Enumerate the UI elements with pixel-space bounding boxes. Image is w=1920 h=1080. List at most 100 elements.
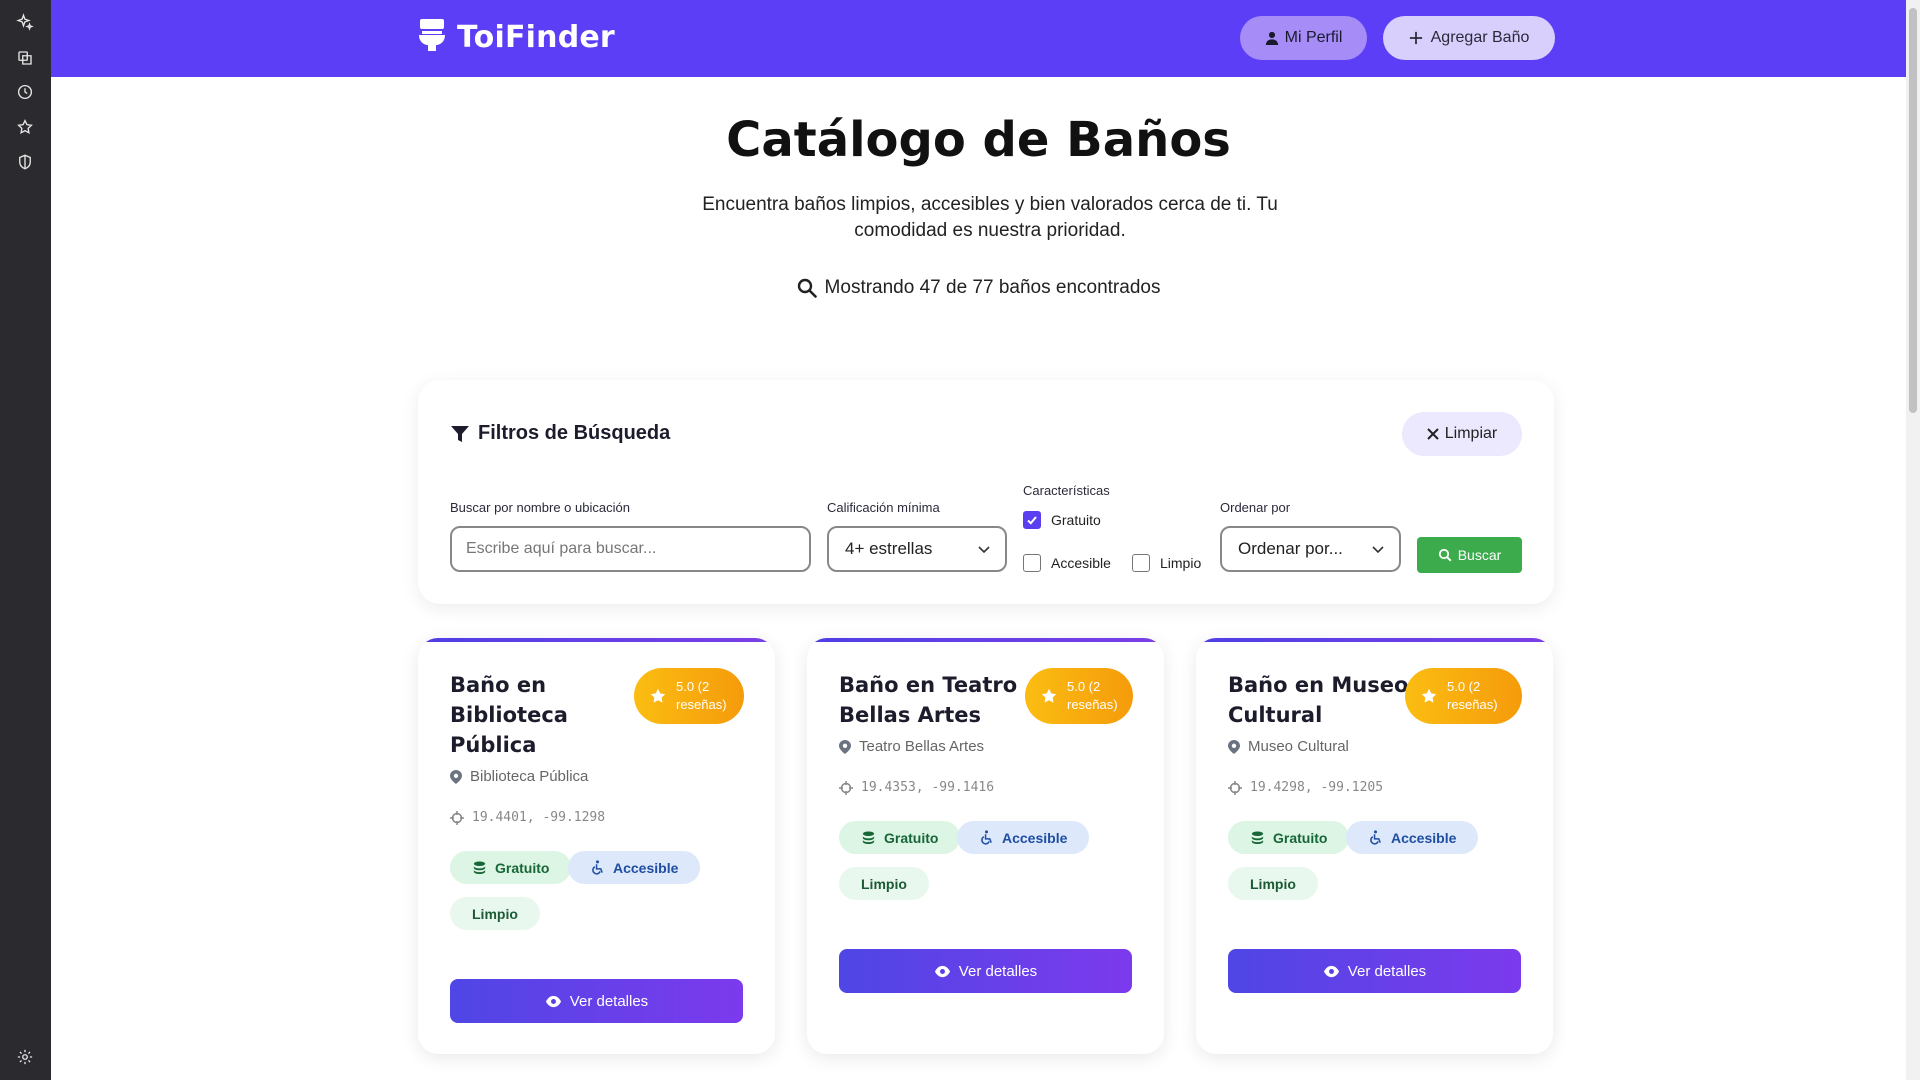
rating-value: 5.0 (2	[1067, 679, 1101, 694]
view-details-button[interactable]: Ver detalles	[839, 949, 1132, 993]
card-location: Museo Cultural	[1228, 738, 1349, 755]
view-details-label: Ver detalles	[1347, 962, 1427, 980]
bathroom-card: Baño en Teatro Bellas Artes 5.0 (2 reseña…	[807, 638, 1164, 1054]
card-coordinates-text: 19.4353, -99.1416	[861, 780, 995, 795]
crosshair-icon	[450, 810, 464, 825]
filter-icon	[451, 425, 469, 442]
sort-select-value: Ordenar por...	[1238, 539, 1343, 558]
wheelchair-icon	[1370, 830, 1381, 845]
feature-checkbox-accesible[interactable]: Accesible	[1023, 554, 1111, 572]
tag-limpio: Limpio	[450, 897, 540, 930]
sparkle-icon[interactable]	[14, 11, 36, 33]
user-icon	[1265, 31, 1278, 45]
card-title[interactable]: Baño en Museo Cultural	[1228, 670, 1408, 730]
tag-label: Accesible	[1002, 829, 1068, 846]
card-location-text: Biblioteca Pública	[470, 768, 589, 785]
search-icon	[797, 278, 817, 298]
card-title[interactable]: Baño en Teatro Bellas Artes	[839, 670, 1017, 730]
checkbox-unchecked[interactable]	[1023, 554, 1041, 572]
brand-name: ToiFinder	[457, 20, 615, 55]
map-pin-icon	[1228, 739, 1240, 754]
card-location: Teatro Bellas Artes	[839, 738, 984, 755]
crosshair-icon	[1228, 780, 1242, 795]
tag-label: Gratuito	[884, 829, 939, 846]
brand-logo[interactable]: ToiFinder	[417, 18, 615, 57]
sort-label: Ordenar por	[1220, 500, 1291, 515]
rating-badge: 5.0 (2 reseñas)	[1025, 668, 1133, 724]
eye-icon	[1323, 965, 1339, 977]
chevron-down-icon	[1372, 546, 1384, 554]
feature-label-gratuito: Gratuito	[1051, 512, 1101, 528]
wheelchair-icon	[981, 830, 992, 845]
card-coordinates: 19.4298, -99.1205	[1228, 780, 1383, 795]
eye-icon	[934, 965, 950, 977]
card-location-text: Museo Cultural	[1248, 738, 1349, 755]
results-count: Mostrando 47 de 77 baños encontrados	[51, 277, 1906, 299]
tag-accesible: Accesible	[957, 821, 1090, 854]
card-title-line: Baño en Museo	[1228, 673, 1409, 697]
tag-accesible: Accesible	[568, 851, 701, 884]
star-icon	[1421, 688, 1437, 703]
crosshair-icon	[839, 780, 853, 795]
scrollbar-thumb[interactable]	[1909, 8, 1917, 413]
profile-button-label: Mi Perfil	[1284, 29, 1343, 46]
card-title-line: Pública	[450, 733, 537, 757]
rating-value: 5.0 (2	[676, 679, 710, 694]
page-subtitle: Encuentra baños limpios, accesibles y bi…	[702, 194, 1278, 241]
card-title-line: Baño en Teatro	[839, 673, 1018, 697]
view-details-button[interactable]: Ver detalles	[450, 979, 743, 1023]
map-pin-icon	[839, 739, 851, 754]
bathroom-card: Baño en Biblioteca Pública 5.0 (2 reseñas…	[418, 638, 775, 1054]
filters-title: Filtros de Búsqueda	[478, 422, 671, 444]
tag-label: Limpio	[472, 905, 518, 922]
card-title-line: Baño en	[450, 673, 547, 697]
bathroom-card: Baño en Museo Cultural 5.0 (2 reseñas) Mu…	[1196, 638, 1553, 1054]
top-navbar: ToiFinder Mi Perfil Agregar Baño	[51, 0, 1906, 77]
card-coordinates: 19.4353, -99.1416	[839, 780, 994, 795]
feature-checkbox-gratuito[interactable]: Gratuito	[1023, 511, 1101, 529]
results-count-text: Mostrando 47 de 77 baños encontrados	[824, 277, 1161, 298]
tag-label: Limpio	[1250, 875, 1296, 892]
coins-icon	[473, 861, 486, 874]
filters-heading: Filtros de Búsqueda	[450, 422, 670, 445]
check-icon	[1027, 516, 1037, 525]
view-details-label: Ver detalles	[958, 962, 1038, 980]
sort-select[interactable]: Ordenar por...	[1220, 526, 1401, 572]
tag-gratuito: Gratuito	[1228, 821, 1350, 854]
tag-label: Accesible	[1391, 829, 1457, 846]
feature-checkbox-limpio[interactable]: Limpio	[1132, 554, 1201, 572]
coins-icon	[1251, 831, 1264, 844]
coins-icon	[862, 831, 875, 844]
checkbox-unchecked[interactable]	[1132, 554, 1150, 572]
add-bathroom-button[interactable]: Agregar Baño	[1383, 16, 1555, 60]
profile-button[interactable]: Mi Perfil	[1240, 16, 1367, 60]
page-scrollbar[interactable]	[1906, 0, 1920, 1080]
rating-reviews: reseñas)	[676, 697, 727, 712]
rating-value: 5.0 (2	[1447, 679, 1481, 694]
card-location: Biblioteca Pública	[450, 768, 588, 785]
rating-select[interactable]: 4+ estrellas	[827, 526, 1007, 572]
settings-icon[interactable]	[14, 1046, 36, 1068]
add-bathroom-label: Agregar Baño	[1430, 29, 1530, 46]
shield-icon[interactable]	[14, 151, 36, 173]
tag-limpio: Limpio	[1228, 867, 1318, 900]
search-button[interactable]: Buscar	[1417, 537, 1522, 573]
search-label: Buscar por nombre o ubicación	[450, 500, 630, 515]
view-details-button[interactable]: Ver detalles	[1228, 949, 1521, 993]
search-input[interactable]	[450, 526, 811, 572]
tag-label: Gratuito	[1273, 829, 1328, 846]
star-icon[interactable]	[14, 116, 36, 138]
clear-filters-label: Limpiar	[1444, 425, 1498, 442]
tab-icon[interactable]	[14, 47, 36, 69]
card-accent-bar	[807, 638, 1164, 642]
rating-reviews: reseñas)	[1447, 697, 1498, 712]
checkbox-checked[interactable]	[1023, 511, 1041, 529]
card-title[interactable]: Baño en Biblioteca Pública	[450, 670, 568, 760]
rating-label: Calificación mínima	[827, 500, 940, 515]
rating-badge: 5.0 (2 reseñas)	[1405, 668, 1522, 724]
card-coordinates-text: 19.4401, -99.1298	[472, 810, 606, 825]
clear-filters-button[interactable]: Limpiar	[1402, 412, 1522, 456]
card-location-text: Teatro Bellas Artes	[859, 738, 985, 755]
tag-label: Gratuito	[495, 859, 550, 876]
history-icon[interactable]	[14, 81, 36, 103]
